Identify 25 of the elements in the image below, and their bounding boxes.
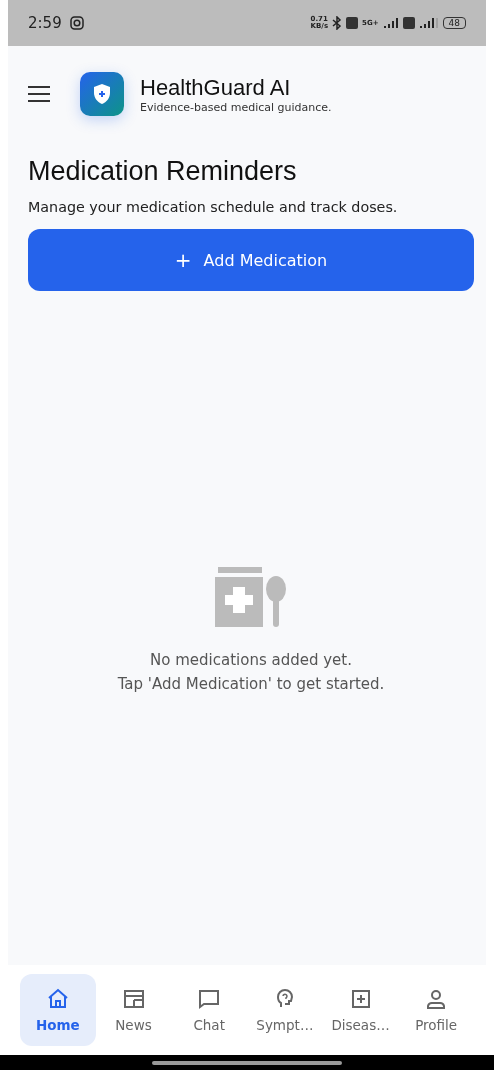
signal-icon bbox=[418, 17, 439, 29]
status-time: 2:59 bbox=[28, 14, 62, 32]
nav-tab[interactable]: Diseas… bbox=[322, 974, 399, 1046]
bluetooth-icon bbox=[332, 16, 343, 30]
battery-level: 48 bbox=[442, 17, 466, 29]
chat-icon bbox=[197, 987, 222, 1011]
add-medication-button[interactable]: + Add Medication bbox=[28, 229, 474, 291]
empty-state-text: Tap 'Add Medication' to get started. bbox=[117, 675, 385, 693]
nav-tab[interactable]: Home bbox=[20, 974, 96, 1046]
news-icon bbox=[121, 987, 146, 1011]
menu-icon[interactable] bbox=[28, 86, 50, 102]
signal-icon bbox=[382, 17, 399, 29]
app-title: HealthGuard AI bbox=[140, 74, 292, 101]
nav-tab[interactable]: Chat bbox=[171, 974, 247, 1046]
nav-tab[interactable]: Profile bbox=[398, 974, 475, 1046]
app-subtitle: Evidence-based medical guidance. bbox=[140, 100, 332, 114]
camera-app-icon bbox=[69, 16, 84, 30]
page-title: Medication Reminders bbox=[28, 156, 298, 187]
nav-tab[interactable]: Sympt… bbox=[247, 974, 323, 1046]
shield-icon bbox=[92, 83, 112, 105]
nav-tab[interactable]: News bbox=[95, 974, 172, 1046]
page-description: Manage your medication schedule and track doses. bbox=[28, 199, 399, 215]
medicine-icon bbox=[215, 567, 287, 629]
empty-state-text: No medications added yet. bbox=[150, 651, 352, 669]
home-indicator[interactable] bbox=[152, 1060, 342, 1065]
